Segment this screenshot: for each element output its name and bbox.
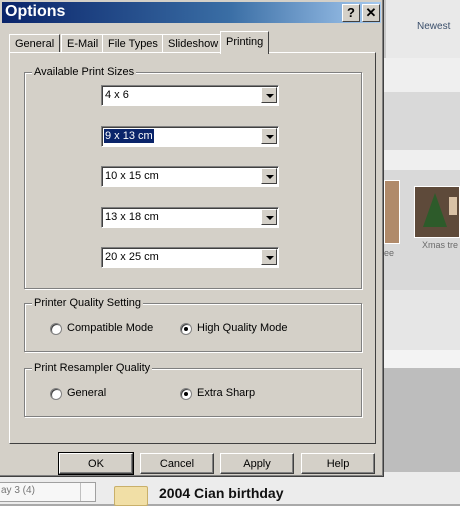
radio-label[interactable]: Extra Sharp: [197, 387, 255, 399]
photo-caption: ee: [384, 248, 395, 258]
radio-label[interactable]: High Quality Mode: [197, 322, 288, 334]
print-size-value: 20 x 25 cm: [105, 251, 159, 263]
chevron-down-icon[interactable]: [261, 209, 277, 225]
printer-quality-group: Printer Quality Setting Compatible Mode …: [24, 297, 362, 352]
chevron-down-icon[interactable]: [80, 483, 95, 501]
chevron-down-icon[interactable]: [261, 249, 277, 265]
filter-dropdown-value: ay 3 (4): [1, 485, 35, 496]
radio-unchecked-icon[interactable]: [50, 388, 62, 400]
title-bar[interactable]: Options ? ✕: [2, 2, 381, 23]
radio-unchecked-icon[interactable]: [50, 323, 62, 335]
photo-thumbnail-xmas[interactable]: [414, 186, 460, 238]
printing-panel: Available Print Sizes 4 x 6 9 x 13 cm 10…: [9, 52, 376, 444]
radio-label[interactable]: Compatible Mode: [67, 322, 153, 334]
printer-quality-label: Printer Quality Setting: [32, 297, 143, 309]
radio-checked-icon[interactable]: [180, 323, 192, 335]
print-size-value: 13 x 18 cm: [105, 211, 159, 223]
photo-thumbnail[interactable]: [384, 180, 400, 244]
tab-printing[interactable]: Printing: [220, 31, 270, 54]
tab-slideshow[interactable]: Slideshow: [162, 34, 225, 53]
print-sizes-group: Available Print Sizes 4 x 6 9 x 13 cm 10…: [24, 66, 362, 289]
print-size-value: 4 x 6: [105, 89, 129, 101]
dialog-title: Options: [5, 3, 66, 20]
sort-newest-label[interactable]: Newest: [417, 21, 450, 32]
print-size-select-4[interactable]: 13 x 18 cm: [101, 207, 279, 228]
chevron-down-icon[interactable]: [261, 168, 277, 184]
print-size-select-1[interactable]: 4 x 6: [101, 85, 279, 106]
cancel-button[interactable]: Cancel: [140, 453, 214, 474]
print-size-select-5[interactable]: 20 x 25 cm: [101, 247, 279, 268]
divider: [384, 0, 386, 58]
chevron-down-icon[interactable]: [261, 128, 277, 144]
print-size-value: 9 x 13 cm: [103, 128, 155, 144]
print-size-select-2[interactable]: 9 x 13 cm: [101, 126, 279, 147]
close-icon[interactable]: ✕: [362, 4, 380, 22]
tree-image: [423, 193, 447, 227]
apply-button[interactable]: Apply: [220, 453, 294, 474]
tab-email[interactable]: E-Mail: [61, 34, 105, 53]
tab-file-types[interactable]: File Types: [102, 34, 164, 53]
resampler-quality-group: Print Resampler Quality General Extra Sh…: [24, 362, 362, 417]
ok-button[interactable]: OK: [58, 452, 134, 475]
options-dialog: Options ? ✕ General E-Mail File Types Sl…: [0, 0, 384, 477]
photo-caption: Xmas tre: [422, 240, 459, 250]
chevron-down-icon[interactable]: [261, 87, 277, 103]
sort-bar: Newest: [384, 0, 460, 59]
print-size-value: 10 x 15 cm: [105, 170, 159, 182]
help-icon[interactable]: ?: [342, 4, 360, 22]
tab-general[interactable]: General: [9, 34, 61, 53]
radio-checked-icon[interactable]: [180, 388, 192, 400]
folder-title[interactable]: 2004 Cian birthday: [159, 485, 284, 501]
resampler-quality-label: Print Resampler Quality: [32, 362, 153, 374]
folder-icon[interactable]: [114, 486, 148, 506]
photo-grid: ee Xmas tre: [384, 170, 460, 290]
print-sizes-label: Available Print Sizes: [32, 66, 137, 78]
radio-label[interactable]: General: [67, 387, 106, 399]
filter-dropdown[interactable]: ay 3 (4): [0, 482, 96, 502]
help-button[interactable]: Help: [301, 453, 375, 474]
print-size-select-3[interactable]: 10 x 15 cm: [101, 166, 279, 187]
person-image: [449, 197, 457, 215]
